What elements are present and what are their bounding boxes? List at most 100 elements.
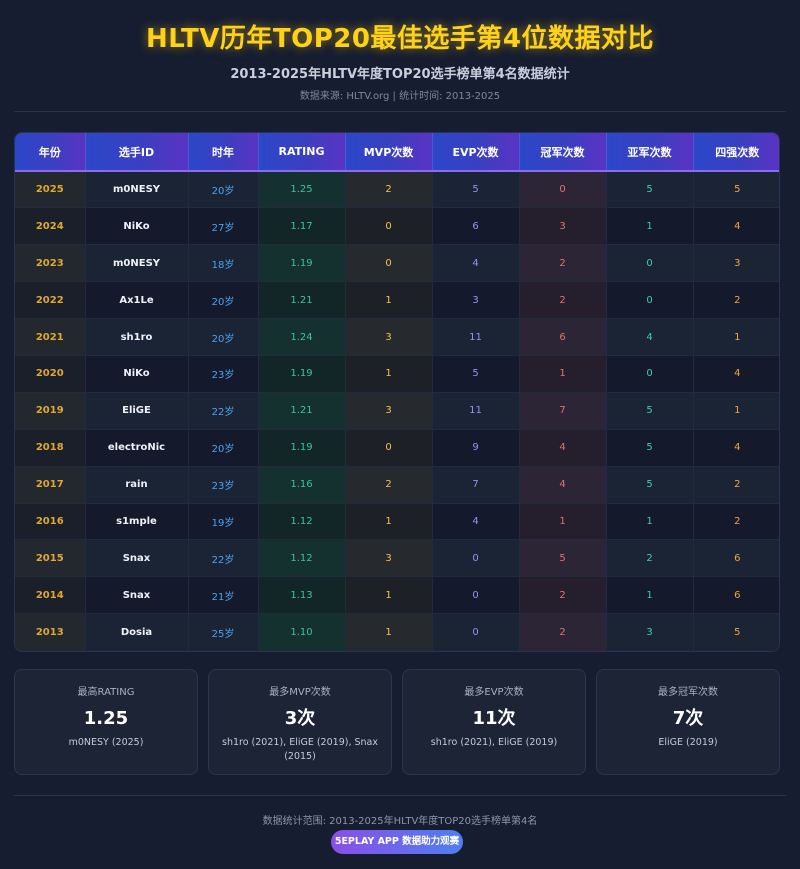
evp-cell: 4 — [432, 244, 520, 283]
year-cell: 2018 — [15, 429, 86, 467]
year-cell: 2021 — [15, 318, 86, 356]
table-header-row: 年份 选手ID 时年 RATING MVP次数 EVP次数 冠军次数 亚军次数 … — [15, 133, 779, 172]
table-row: 2021 sh1ro 20岁 1.24 3 11 6 4 1 — [15, 318, 779, 356]
evp-cell: 3 — [432, 281, 520, 320]
year-cell: 2019 — [15, 392, 86, 430]
rating-cell: 1.21 — [258, 281, 346, 320]
rating-cell: 1.10 — [258, 613, 346, 651]
runner-up-cell: 2 — [606, 539, 694, 578]
header-divider — [14, 111, 786, 112]
champion-cell: 5 — [519, 539, 607, 578]
table-row: 2020 NiKo 23岁 1.19 1 5 1 0 4 — [15, 355, 779, 393]
table-row: 2018 electroNic 20岁 1.19 0 9 4 5 4 — [15, 429, 779, 467]
column-header: 四强次数 — [693, 133, 779, 172]
top4-cell: 5 — [693, 171, 779, 209]
age-cell: 22岁 — [188, 392, 259, 430]
age-cell: 27岁 — [188, 207, 259, 246]
age-cell: 18岁 — [188, 244, 259, 283]
summary-card-champion: 最多冠军次数 7次 EliGE (2019) — [596, 669, 780, 775]
card-detail: sh1ro (2021), EliGE (2019) — [430, 737, 558, 748]
champion-cell: 4 — [519, 429, 607, 467]
mvp-cell: 3 — [345, 539, 433, 578]
top4-cell: 2 — [693, 466, 779, 504]
top4-cell: 3 — [693, 244, 779, 283]
table-row: 2023 m0NESY 18岁 1.19 0 4 2 0 3 — [15, 244, 779, 283]
mvp-cell: 3 — [345, 318, 433, 356]
mvp-cell: 2 — [345, 171, 433, 209]
player-cell: NiKo — [85, 355, 189, 393]
champion-cell: 0 — [519, 171, 607, 209]
runner-up-cell: 5 — [606, 171, 694, 209]
year-cell: 2020 — [15, 355, 86, 393]
table-row: 2016 s1mple 19岁 1.12 1 4 1 1 2 — [15, 503, 779, 541]
champion-cell: 2 — [519, 613, 607, 651]
rating-cell: 1.12 — [258, 503, 346, 541]
mvp-cell: 1 — [345, 281, 433, 320]
mvp-cell: 1 — [345, 576, 433, 615]
mvp-cell: 1 — [345, 503, 433, 541]
column-header: RATING — [258, 133, 346, 172]
runner-up-cell: 1 — [606, 207, 694, 246]
age-cell: 22岁 — [188, 539, 259, 578]
player-cell: sh1ro — [85, 318, 189, 356]
champion-cell: 2 — [519, 281, 607, 320]
footer-note: 数据统计范围: 2013-2025年HLTV年度TOP20选手榜单第4名 — [262, 816, 538, 827]
card-value: 1.25 — [83, 708, 129, 729]
runner-up-cell: 0 — [606, 355, 694, 393]
sponsor-badge[interactable]: 5EPLAY APP 数据助力观赛 — [331, 830, 463, 854]
year-cell: 2025 — [15, 171, 86, 209]
player-cell: m0NESY — [85, 171, 189, 209]
champion-cell: 6 — [519, 318, 607, 356]
player-cell: Snax — [85, 576, 189, 615]
rating-cell: 1.13 — [258, 576, 346, 615]
table-row: 2015 Snax 22岁 1.12 3 0 5 2 6 — [15, 539, 779, 578]
table-row: 2014 Snax 21岁 1.13 1 0 2 1 6 — [15, 576, 779, 615]
player-cell: rain — [85, 466, 189, 504]
evp-cell: 4 — [432, 503, 520, 541]
rating-cell: 1.17 — [258, 207, 346, 246]
table-row: 2019 EliGE 22岁 1.21 3 11 7 5 1 — [15, 392, 779, 430]
data-source: 数据来源: HLTV.org | 统计时间: 2013-2025 — [299, 91, 501, 102]
top4-cell: 2 — [693, 281, 779, 320]
runner-up-cell: 0 — [606, 281, 694, 320]
card-value: 11次 — [472, 708, 516, 729]
card-label: 最多MVP次数 — [269, 687, 331, 698]
top4-cell: 2 — [693, 503, 779, 541]
stats-table-container: 年份 选手ID 时年 RATING MVP次数 EVP次数 冠军次数 亚军次数 … — [14, 132, 780, 652]
player-cell: Snax — [85, 539, 189, 578]
evp-cell: 7 — [432, 466, 520, 504]
runner-up-cell: 3 — [606, 613, 694, 651]
card-detail: m0NESY (2025) — [68, 737, 144, 748]
summary-card-rating: 最高RATING 1.25 m0NESY (2025) — [14, 669, 198, 775]
runner-up-cell: 5 — [606, 466, 694, 504]
rating-cell: 1.19 — [258, 429, 346, 467]
age-cell: 21岁 — [188, 576, 259, 615]
age-cell: 23岁 — [188, 355, 259, 393]
summary-card-evp: 最多EVP次数 11次 sh1ro (2021), EliGE (2019) — [402, 669, 586, 775]
runner-up-cell: 1 — [606, 503, 694, 541]
rating-cell: 1.21 — [258, 392, 346, 430]
evp-cell: 0 — [432, 539, 520, 578]
player-cell: NiKo — [85, 207, 189, 246]
evp-cell: 11 — [432, 392, 520, 430]
top4-cell: 1 — [693, 318, 779, 356]
player-cell: electroNic — [85, 429, 189, 467]
evp-cell: 9 — [432, 429, 520, 467]
runner-up-cell: 4 — [606, 318, 694, 356]
card-value: 7次 — [672, 708, 704, 729]
top4-cell: 1 — [693, 392, 779, 430]
runner-up-cell: 0 — [606, 244, 694, 283]
table-row: 2013 Dosia 25岁 1.10 1 0 2 3 5 — [15, 613, 779, 651]
column-header: 年份 — [15, 133, 86, 172]
footer-divider — [14, 795, 786, 796]
runner-up-cell: 1 — [606, 576, 694, 615]
column-header: EVP次数 — [432, 133, 520, 172]
champion-cell: 3 — [519, 207, 607, 246]
year-cell: 2015 — [15, 539, 86, 578]
year-cell: 2024 — [15, 207, 86, 246]
year-cell: 2013 — [15, 613, 86, 651]
year-cell: 2022 — [15, 281, 86, 320]
champion-cell: 1 — [519, 355, 607, 393]
stats-table: 年份 选手ID 时年 RATING MVP次数 EVP次数 冠军次数 亚军次数 … — [15, 133, 779, 651]
top4-cell: 4 — [693, 355, 779, 393]
